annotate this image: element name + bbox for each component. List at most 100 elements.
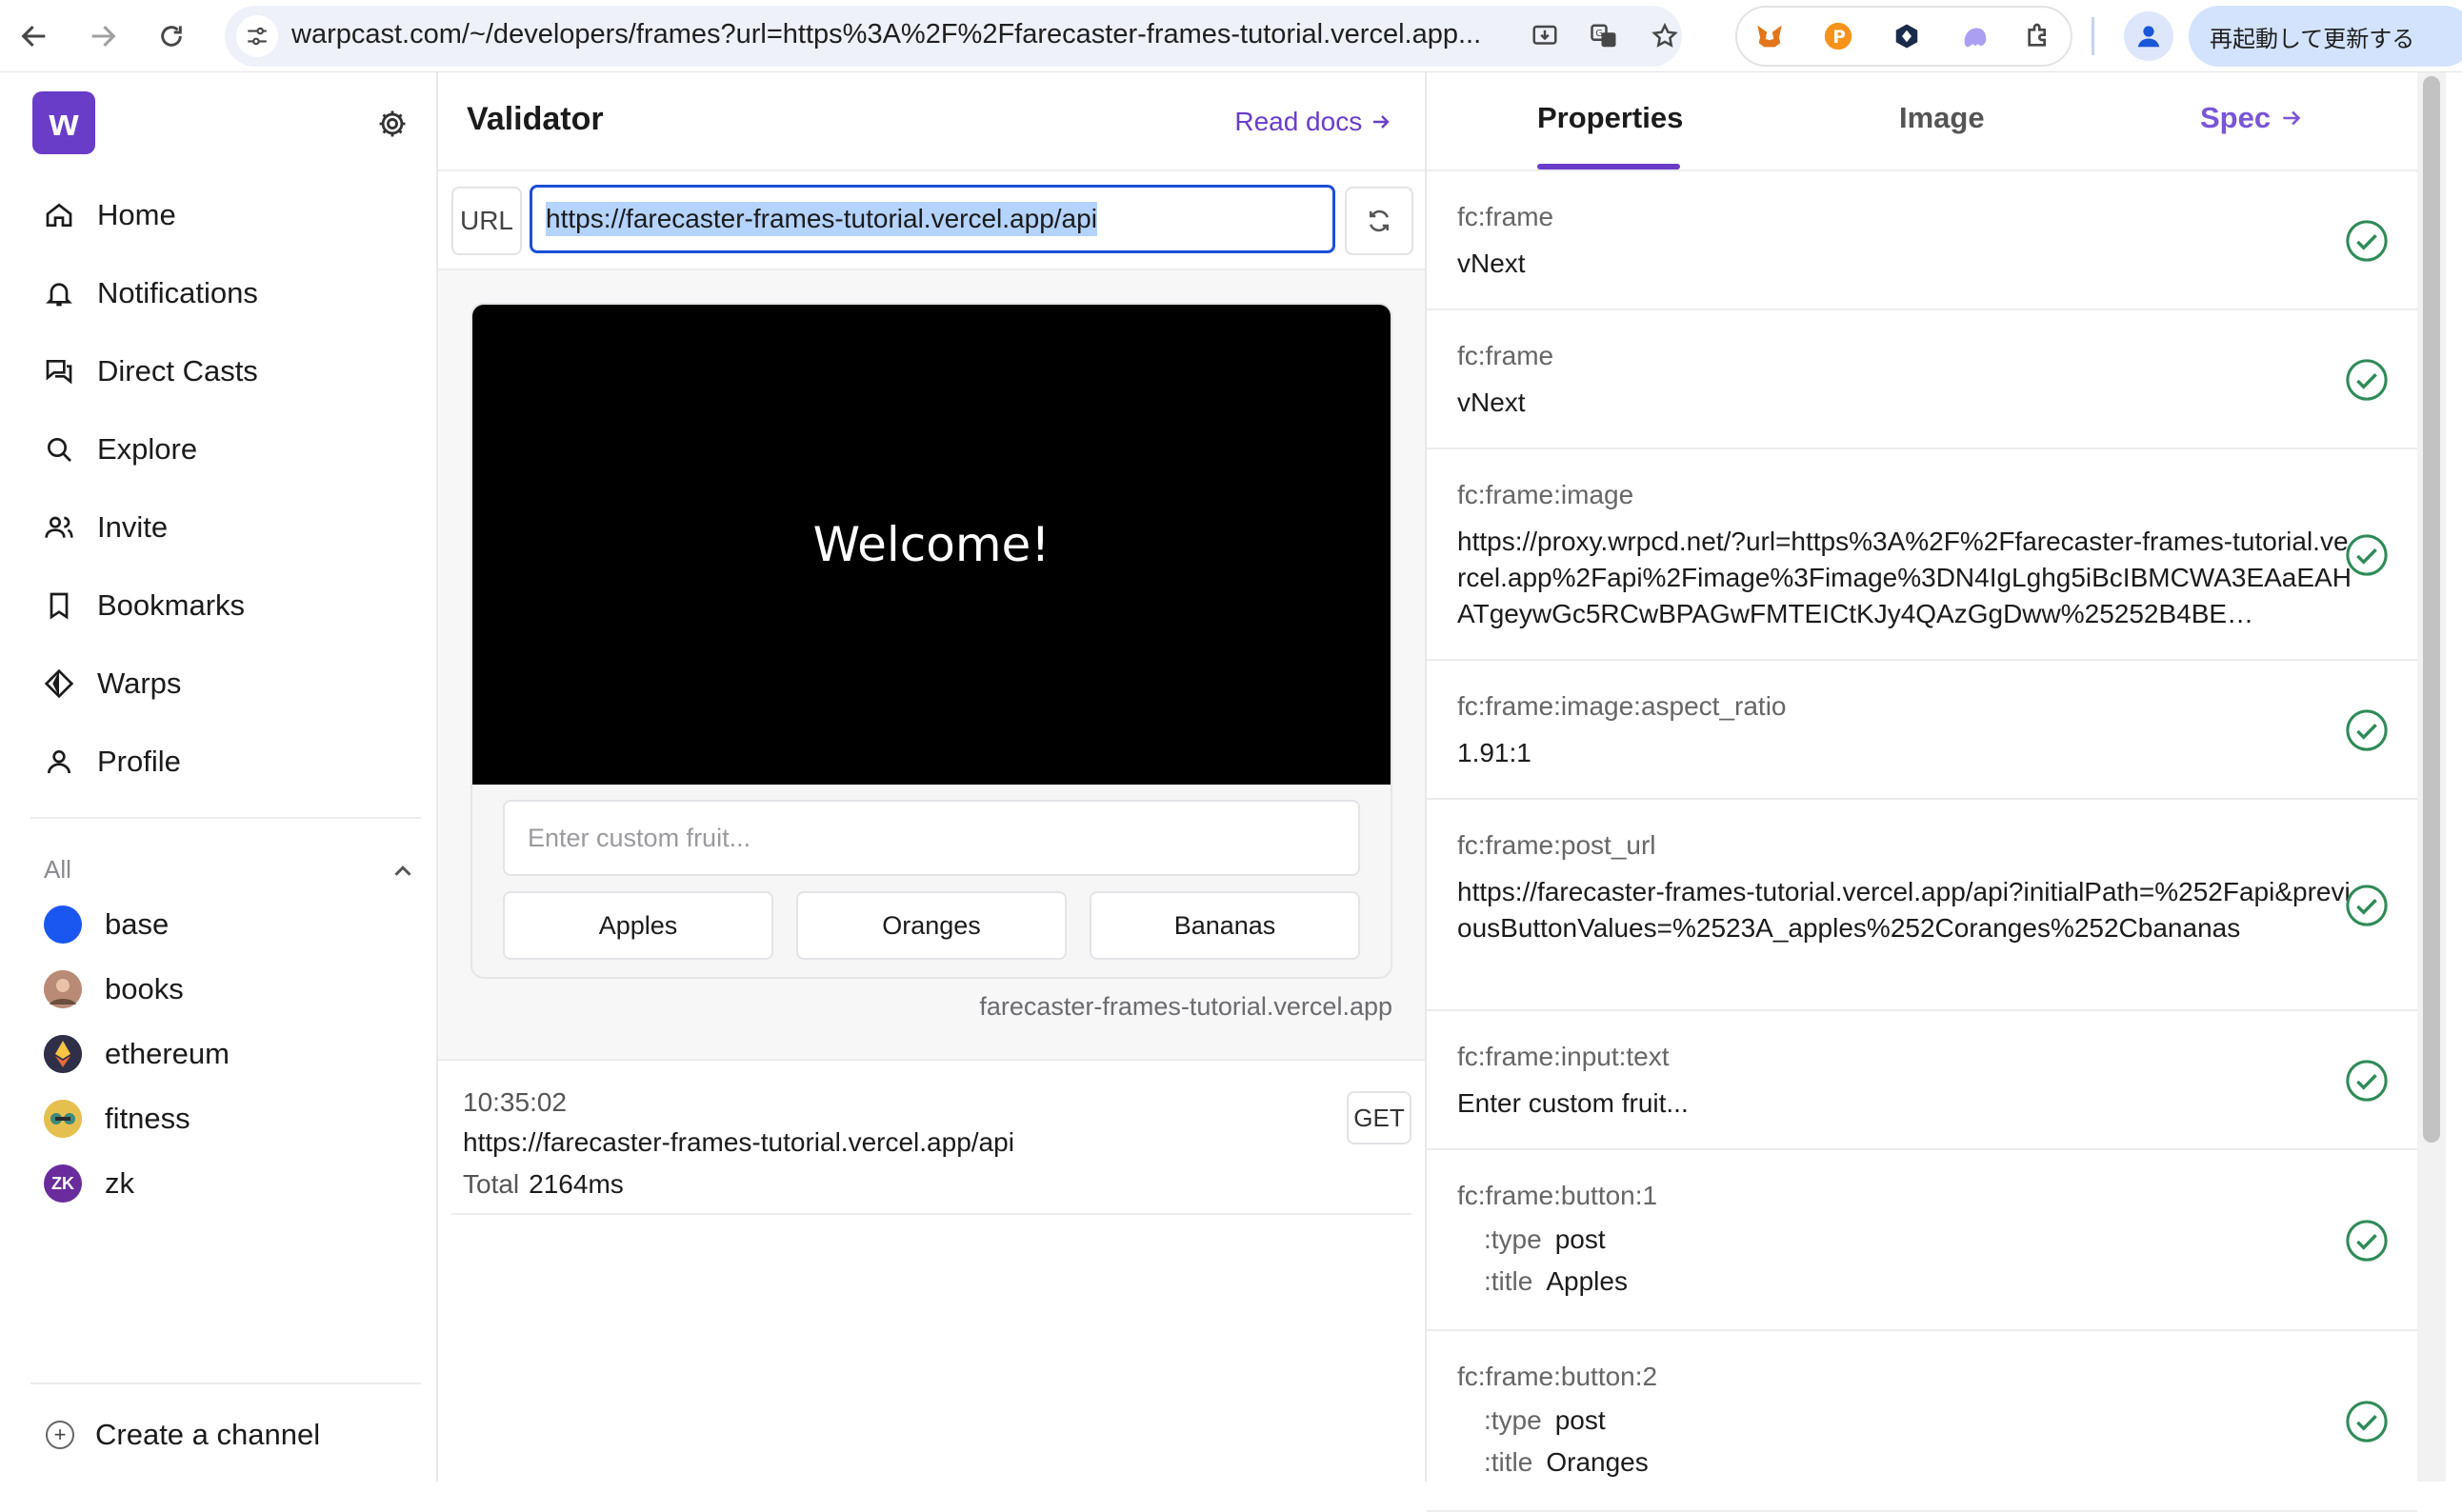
channel-item-books[interactable]: books — [44, 965, 184, 1013]
channel-label: fitness — [105, 1102, 190, 1135]
property-sub-title: :title Oranges — [1484, 1447, 1649, 1478]
frame-button-bananas[interactable]: Bananas — [1090, 891, 1360, 960]
property-row: fc:frame vNext — [1427, 171, 2417, 310]
frame-image-text: Welcome! — [812, 517, 1051, 572]
property-value: https://proxy.wrpcd.net/?url=https%3A%2F… — [1457, 527, 2352, 628]
svg-text:G: G — [1595, 29, 1603, 39]
diamond-icon — [42, 666, 76, 701]
property-value: https://farecaster-frames-tutorial.verce… — [1457, 877, 2351, 943]
ethereum-icon — [44, 1035, 82, 1073]
address-bar[interactable]: warpcast.com/~/developers/frames?url=htt… — [225, 6, 1682, 67]
sidebar-item-explore[interactable]: Explore — [42, 421, 197, 478]
tab-properties[interactable]: Properties — [1537, 101, 1683, 135]
sidebar-item-home[interactable]: Home — [42, 187, 176, 244]
chevron-up-icon[interactable] — [389, 857, 417, 885]
validator-header: Validator Read docs — [438, 72, 1425, 171]
refresh-button[interactable] — [1345, 187, 1413, 255]
request-url: https://farecaster-frames-tutorial.verce… — [463, 1127, 1014, 1157]
frame-button-oranges[interactable]: Oranges — [796, 891, 1067, 960]
property-value: Enter custom fruit... — [1457, 1088, 1689, 1118]
install-app-icon[interactable] — [1524, 15, 1566, 57]
metamask-icon[interactable] — [1749, 15, 1791, 57]
channel-avatar — [44, 1100, 82, 1138]
sidebar-divider — [30, 1383, 421, 1384]
property-key: fc:frame — [1457, 202, 1554, 231]
property-value: vNext — [1457, 249, 1526, 278]
channel-item-ethereum[interactable]: ethereum — [44, 1030, 230, 1078]
sidebar-item-notifications[interactable]: Notifications — [42, 265, 258, 322]
p-extension-icon[interactable]: P — [1817, 15, 1859, 57]
channel-label: zk — [105, 1166, 134, 1200]
request-log-row[interactable]: 10:35:02 https://farecaster-frames-tutor… — [451, 1072, 1411, 1215]
create-channel-label: Create a channel — [95, 1418, 321, 1451]
frame-preview-card: Welcome! Enter custom fruit... Apples Or… — [470, 303, 1392, 979]
property-key: fc:frame:image — [1457, 480, 1634, 509]
zk-icon: ZK — [44, 1164, 82, 1203]
check-circle-icon — [2346, 534, 2388, 576]
forward-arrow-icon[interactable] — [76, 10, 130, 63]
back-arrow-icon[interactable] — [8, 10, 61, 63]
address-url[interactable]: warpcast.com/~/developers/frames?url=htt… — [291, 19, 1520, 50]
property-sub-key: :title — [1484, 1447, 1533, 1477]
custom-fruit-input[interactable]: Enter custom fruit... — [503, 800, 1360, 876]
browser-toolbar: warpcast.com/~/developers/frames?url=htt… — [0, 0, 2462, 72]
frame-preview-area: Welcome! Enter custom fruit... Apples Or… — [438, 270, 1425, 1061]
plus-icon: + — [46, 1421, 74, 1449]
sidebar-item-label: Bookmarks — [97, 588, 246, 622]
read-docs-link[interactable]: Read docs — [1234, 107, 1392, 137]
validator-panel: Validator Read docs URL https://farecast… — [438, 72, 1427, 1482]
property-key: fc:frame:image:aspect_ratio — [1457, 691, 1787, 721]
property-key: fc:frame:post_url — [1457, 830, 1656, 860]
sidebar-divider — [30, 817, 421, 819]
scrollbar-thumb[interactable] — [2423, 76, 2440, 1143]
create-channel-button[interactable]: + Create a channel — [46, 1411, 320, 1459]
check-circle-icon — [2346, 359, 2388, 401]
property-sub-type: :type post — [1484, 1405, 1606, 1436]
check-circle-icon — [2346, 1220, 2388, 1262]
warpcast-logo[interactable]: w — [32, 91, 95, 154]
channel-label: base — [105, 907, 170, 941]
property-row: fc:frame:button:1 :type post :title Apples — [1427, 1150, 2417, 1331]
reload-icon[interactable] — [145, 10, 198, 63]
tab-image[interactable]: Image — [1899, 101, 1985, 135]
gear-icon[interactable] — [373, 105, 411, 143]
extensions-group: P — [1735, 6, 2072, 67]
sidebar-item-profile[interactable]: Profile — [42, 733, 181, 790]
request-time: 10:35:02 — [463, 1087, 567, 1117]
property-sub-value: post — [1554, 1224, 1606, 1254]
window-edge — [2446, 72, 2462, 1482]
sidebar-item-direct-casts[interactable]: Direct Casts — [42, 343, 258, 400]
home-icon — [42, 198, 76, 232]
check-circle-icon — [2346, 220, 2388, 262]
tab-spec[interactable]: Spec — [2200, 101, 2304, 135]
channel-item-fitness[interactable]: fitness — [44, 1095, 190, 1143]
sidebar-item-label: Direct Casts — [97, 354, 258, 388]
channel-avatar — [44, 970, 82, 1008]
property-sub-key: :title — [1484, 1266, 1533, 1296]
frame-domain: farecaster-frames-tutorial.vercel.app — [979, 992, 1392, 1021]
translate-icon[interactable]: G — [1583, 15, 1625, 57]
frame-button-apples[interactable]: Apples — [503, 891, 773, 960]
tab-spec-label: Spec — [2200, 101, 2272, 134]
sidebar-item-bookmarks[interactable]: Bookmarks — [42, 577, 245, 634]
refresh-icon — [1370, 209, 1389, 232]
hexagon-extension-icon[interactable] — [1886, 15, 1928, 57]
sidebar-item-invite[interactable]: Invite — [42, 499, 168, 556]
request-total-value: 2164ms — [529, 1169, 624, 1199]
frame-url-input[interactable]: https://farecaster-frames-tutorial.verce… — [530, 185, 1335, 253]
bookmark-star-icon[interactable] — [1644, 15, 1686, 57]
extensions-puzzle-icon[interactable] — [2017, 15, 2059, 57]
channel-item-base[interactable]: base — [44, 901, 169, 948]
profile-avatar-icon[interactable] — [2124, 11, 2173, 61]
svg-text:P: P — [1832, 28, 1846, 48]
ghost-extension-icon[interactable] — [1954, 15, 1996, 57]
channel-item-zk[interactable]: ZK zk — [44, 1160, 134, 1207]
request-method-badge: GET — [1347, 1091, 1411, 1144]
site-settings-icon[interactable] — [236, 15, 278, 57]
sidebar-item-label: Warps — [97, 666, 182, 700]
users-icon — [42, 510, 76, 545]
sidebar-item-label: Notifications — [97, 276, 258, 309]
sidebar-item-warps[interactable]: Warps — [42, 655, 181, 712]
read-docs-label: Read docs — [1234, 107, 1363, 136]
restart-update-button[interactable]: 再起動して更新する — [2189, 6, 2462, 67]
